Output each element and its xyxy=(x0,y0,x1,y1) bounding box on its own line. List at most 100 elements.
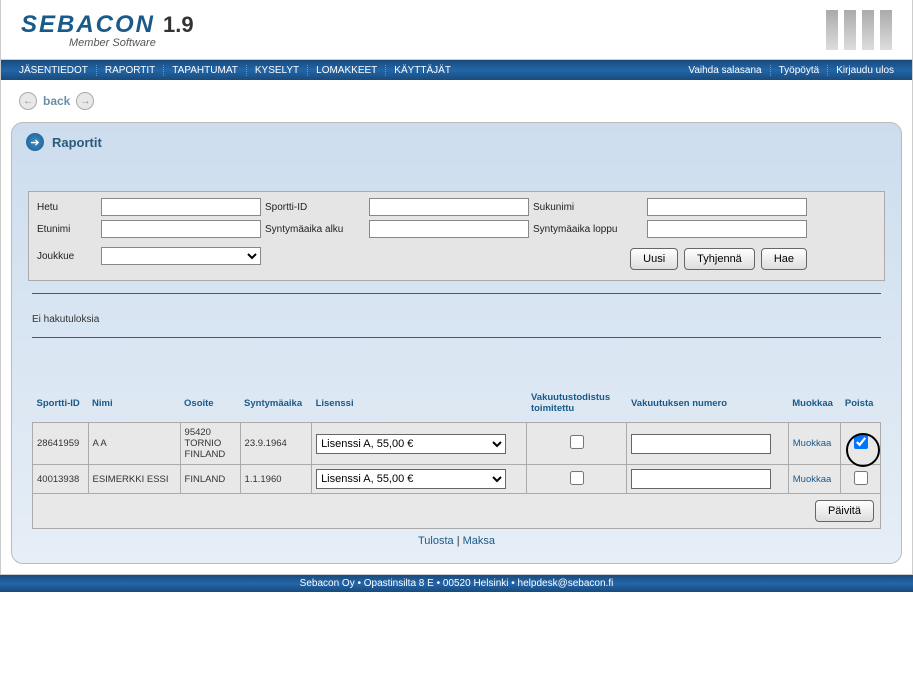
col-poista: Poista xyxy=(841,388,881,423)
cell-lisenssi: Lisenssi A, 55,00 € xyxy=(312,465,527,494)
footer-addr: Opastinsilta 8 E xyxy=(364,578,434,589)
maksa-link[interactable]: Maksa xyxy=(463,535,495,547)
nav-kyselyt[interactable]: KYSELYT xyxy=(246,65,307,76)
breadcrumb: ← back → xyxy=(1,80,912,122)
header: SEBACON 1.9 Member Software xyxy=(1,0,912,60)
cell-lisenssi: Lisenssi A, 55,00 € xyxy=(312,423,527,465)
panel-title: Raportit xyxy=(52,135,102,150)
sukunimi-input[interactable] xyxy=(647,198,807,216)
cell-poista xyxy=(841,465,881,494)
nav-raportit[interactable]: RAPORTIT xyxy=(96,65,163,76)
results-table-wrap: Sportti-ID Nimi Osoite Syntymäaika Lisen… xyxy=(32,388,881,553)
panel-header: ➔ Raportit xyxy=(12,123,901,161)
col-lisenssi: Lisenssi xyxy=(312,388,527,423)
label-etunimi: Etunimi xyxy=(37,224,97,235)
empty-results-text: Ei hakutuloksia xyxy=(32,314,881,325)
cell-sportti-id: 28641959 xyxy=(33,423,89,465)
nav-logout[interactable]: Kirjaudu ulos xyxy=(827,65,902,76)
nav-change-password[interactable]: Vaihda salasana xyxy=(680,65,769,76)
nav-kayttajat[interactable]: KÄYTTÄJÄT xyxy=(385,65,459,76)
label-hetu: Hetu xyxy=(37,202,97,213)
table-row: 28641959 A A 95420 TORNIO FINLAND 23.9.1… xyxy=(33,423,881,465)
label-synt-alku: Syntymäaika alku xyxy=(265,224,365,235)
muokkaa-link[interactable]: Muokkaa xyxy=(793,438,832,449)
brand-name: SEBACON xyxy=(21,11,155,39)
forward-icon[interactable]: → xyxy=(76,92,94,110)
col-muokkaa: Muokkaa xyxy=(788,388,841,423)
cell-vakuutus-toimitettu xyxy=(527,465,627,494)
cell-nimi: ESIMERKKI ESSI xyxy=(88,465,180,494)
report-panel: ➔ Raportit Hetu Sportti-ID Sukunimi Etun… xyxy=(11,122,902,564)
nav-left: JÄSENTIEDOT RAPORTIT TAPAHTUMAT KYSELYT … xyxy=(11,65,459,76)
brand-subtitle: Member Software xyxy=(69,37,194,49)
brand: SEBACON 1.9 Member Software xyxy=(21,11,194,49)
cell-muokkaa: Muokkaa xyxy=(788,465,841,494)
table-row: 40013938 ESIMERKKI ESSI FINLAND 1.1.1960… xyxy=(33,465,881,494)
cell-nimi: A A xyxy=(88,423,180,465)
label-sukunimi: Sukunimi xyxy=(533,202,643,213)
nav-right: Vaihda salasana Työpöytä Kirjaudu ulos xyxy=(680,65,902,76)
cell-muokkaa: Muokkaa xyxy=(788,423,841,465)
hetu-input[interactable] xyxy=(101,198,261,216)
main-nav: JÄSENTIEDOT RAPORTIT TAPAHTUMAT KYSELYT … xyxy=(1,60,912,80)
nav-desktop[interactable]: Työpöytä xyxy=(770,65,828,76)
col-syntyma: Syntymäaika xyxy=(240,388,312,423)
nav-lomakkeet[interactable]: LOMAKKEET xyxy=(307,65,385,76)
label-synt-loppu: Syntymäaika loppu xyxy=(533,224,643,235)
footer-zip: 00520 Helsinki xyxy=(443,578,509,589)
col-sportti-id: Sportti-ID xyxy=(33,388,89,423)
label-joukkue: Joukkue xyxy=(37,251,97,262)
update-row: Päivitä xyxy=(33,494,881,529)
sportti-id-input[interactable] xyxy=(369,198,529,216)
col-vakuutus-numero: Vakuutuksen numero xyxy=(627,388,788,423)
footer-email[interactable]: helpdesk@sebacon.fi xyxy=(518,578,614,589)
results-table: Sportti-ID Nimi Osoite Syntymäaika Lisen… xyxy=(32,388,881,529)
tyhjenna-button[interactable]: Tyhjennä xyxy=(684,248,755,270)
tulosta-link[interactable]: Tulosta xyxy=(418,535,454,547)
brand-version: 1.9 xyxy=(163,12,194,38)
synt-loppu-input[interactable] xyxy=(647,220,807,238)
lisenssi-select[interactable]: Lisenssi A, 55,00 € xyxy=(316,469,506,489)
hae-button[interactable]: Hae xyxy=(761,248,807,270)
nav-jasentiedot[interactable]: JÄSENTIEDOT xyxy=(11,65,96,76)
vakuutus-numero-input[interactable] xyxy=(631,434,771,454)
joukkue-select[interactable] xyxy=(101,247,261,265)
separator xyxy=(32,337,881,338)
bottom-links: Tulosta | Maksa xyxy=(32,529,881,553)
header-decoration xyxy=(826,10,892,50)
cell-poista xyxy=(841,423,881,465)
cell-vakuutus-toimitettu xyxy=(527,423,627,465)
poista-checkbox[interactable] xyxy=(854,471,868,485)
muokkaa-link[interactable]: Muokkaa xyxy=(793,474,832,485)
vakuutus-toimitettu-checkbox[interactable] xyxy=(570,435,584,449)
arrow-right-icon: ➔ xyxy=(26,133,44,151)
vakuutus-numero-input[interactable] xyxy=(631,469,771,489)
filter-box: Hetu Sportti-ID Sukunimi Etunimi Syntymä… xyxy=(28,191,885,281)
col-vakuutus-toimitettu: Vakuutustodistus toimitettu xyxy=(527,388,627,423)
highlight-mark xyxy=(854,441,868,452)
col-osoite: Osoite xyxy=(180,388,240,423)
back-icon[interactable]: ← xyxy=(19,92,37,110)
uusi-button[interactable]: Uusi xyxy=(630,248,678,270)
nav-tapahtumat[interactable]: TAPAHTUMAT xyxy=(163,65,246,76)
cell-vakuutus-numero xyxy=(627,465,788,494)
synt-alku-input[interactable] xyxy=(369,220,529,238)
cell-sportti-id: 40013938 xyxy=(33,465,89,494)
cell-osoite: 95420 TORNIO FINLAND xyxy=(180,423,240,465)
label-sportti-id: Sportti-ID xyxy=(265,202,365,213)
footer: Sebacon Oy • Opastinsilta 8 E • 00520 He… xyxy=(0,575,913,592)
etunimi-input[interactable] xyxy=(101,220,261,238)
separator xyxy=(32,293,881,294)
app-window: SEBACON 1.9 Member Software JÄSENTIEDOT … xyxy=(0,0,913,575)
cell-osoite: FINLAND xyxy=(180,465,240,494)
lisenssi-select[interactable]: Lisenssi A, 55,00 € xyxy=(316,434,506,454)
cell-syntyma: 1.1.1960 xyxy=(240,465,312,494)
back-label[interactable]: back xyxy=(43,94,70,108)
col-nimi: Nimi xyxy=(88,388,180,423)
vakuutus-toimitettu-checkbox[interactable] xyxy=(570,471,584,485)
cell-syntyma: 23.9.1964 xyxy=(240,423,312,465)
footer-company: Sebacon Oy xyxy=(300,578,355,589)
poista-checkbox[interactable] xyxy=(854,435,868,449)
cell-vakuutus-numero xyxy=(627,423,788,465)
paivita-button[interactable]: Päivitä xyxy=(815,500,874,522)
